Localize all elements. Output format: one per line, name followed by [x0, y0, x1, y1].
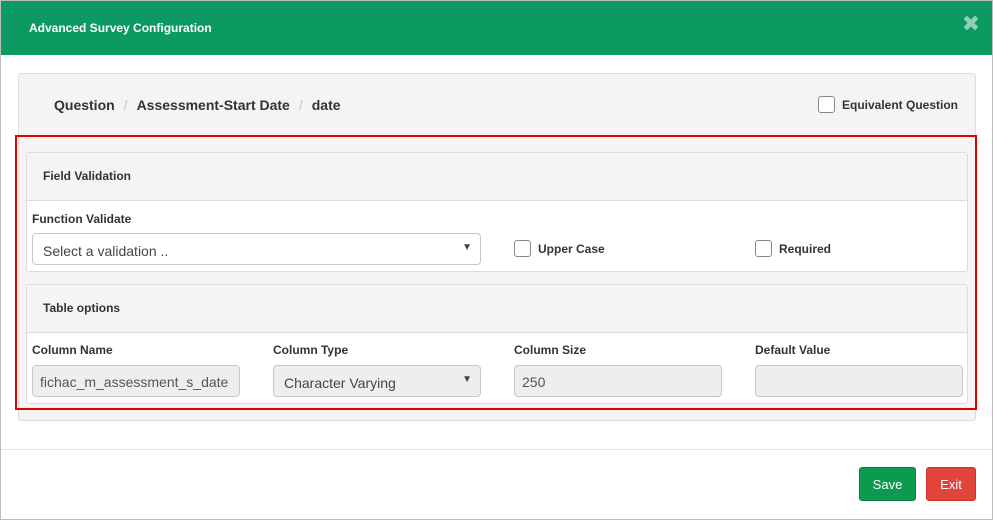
breadcrumb-separator: / [298, 97, 303, 113]
modal-dialog: Advanced Survey Configuration ✖ Question… [0, 0, 993, 520]
field-validation-heading: Field Validation [27, 153, 967, 201]
column-type-select[interactable]: Character Varying ▼ [273, 365, 481, 397]
close-icon[interactable]: ✖ [960, 13, 982, 35]
breadcrumb: Question / Assessment-Start Date / date [54, 97, 341, 113]
required-label: Required [779, 241, 832, 256]
default-value-input[interactable] [755, 365, 963, 397]
dropdown-arrow-icon: ▼ [462, 374, 472, 385]
required-checkbox[interactable] [755, 240, 772, 257]
default-value-label: Default Value [755, 343, 831, 357]
table-options-heading: Table options [27, 285, 967, 333]
field-validation-section: Field Validation Function Validate Selec… [26, 152, 968, 272]
equivalent-question-checkbox[interactable] [817, 96, 835, 113]
dropdown-arrow-icon: ▼ [462, 242, 472, 253]
function-validate-select[interactable]: Select a validation .. ▼ [32, 233, 481, 265]
modal-header: Advanced Survey Configuration ✖ [1, 1, 992, 55]
function-validate-placeholder: Select a validation .. [43, 243, 169, 259]
equivalent-question-toggle[interactable]: Equivalent Question [817, 96, 958, 113]
upper-case-checkbox[interactable] [514, 240, 531, 257]
column-size-input[interactable]: 250 [514, 365, 722, 397]
modal-title: Advanced Survey Configuration [29, 21, 212, 35]
column-name-input[interactable]: fichac_m_assessment_s_date [32, 365, 240, 397]
save-button[interactable]: Save [859, 467, 916, 501]
function-validate-label: Function Validate [32, 212, 132, 226]
breadcrumb-separator: / [123, 97, 128, 113]
required-toggle[interactable]: Required [755, 240, 831, 257]
column-size-label: Column Size [514, 343, 587, 357]
breadcrumb-item-question: Question [54, 97, 115, 113]
equivalent-question-label: Equivalent Question [841, 97, 958, 112]
column-type-value: Character Varying [284, 375, 396, 391]
upper-case-toggle[interactable]: Upper Case [514, 240, 605, 257]
upper-case-label: Upper Case [538, 241, 605, 256]
table-options-section: Table options Column Name fichac_m_asses… [26, 284, 968, 404]
footer-divider [1, 449, 992, 450]
exit-button[interactable]: Exit [926, 467, 976, 501]
column-name-label: Column Name [32, 343, 113, 357]
breadcrumb-item-question-name: Assessment-Start Date [136, 97, 290, 113]
breadcrumb-item-type: date [311, 97, 341, 113]
column-type-label: Column Type [273, 343, 349, 357]
